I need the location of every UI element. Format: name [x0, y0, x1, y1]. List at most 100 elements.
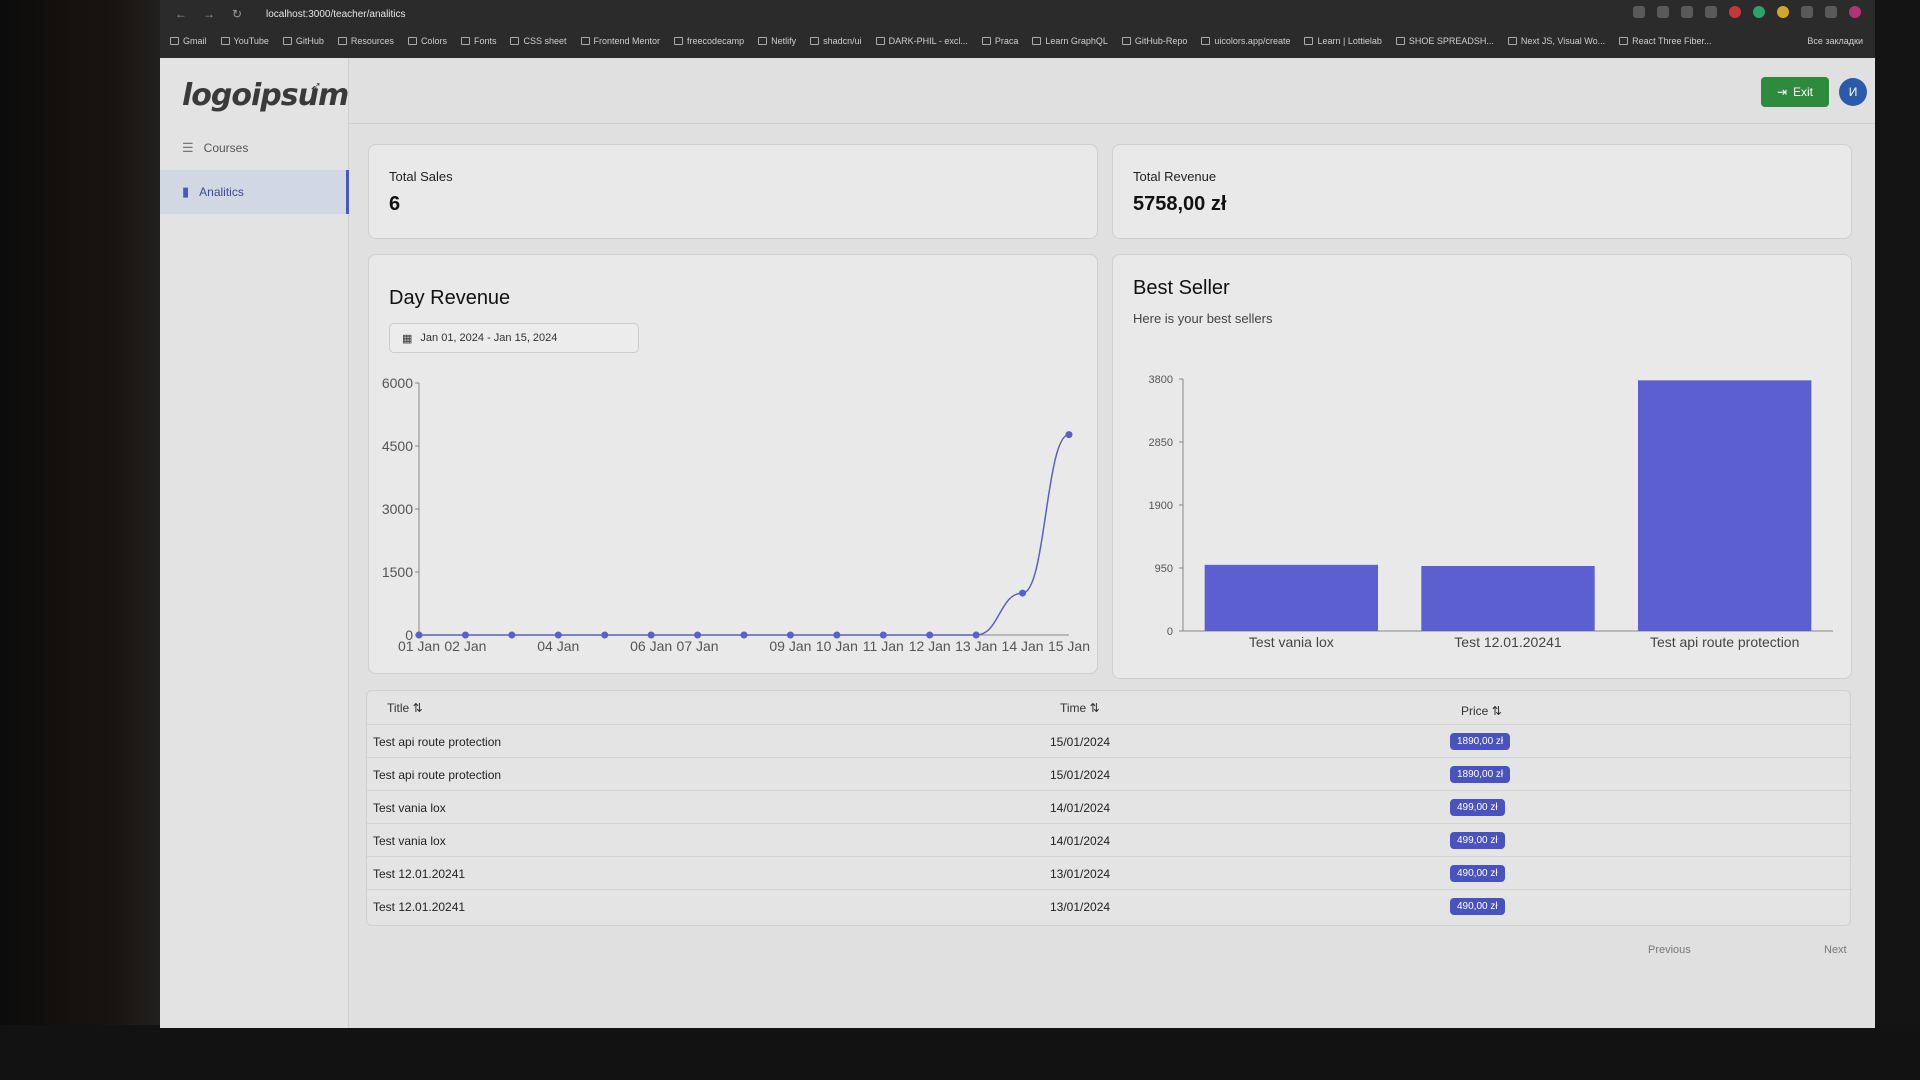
- data-point[interactable]: [740, 631, 748, 639]
- bookmark-item[interactable]: shadcn/ui: [810, 36, 862, 46]
- sidebar-item-analitics[interactable]: ▮ Analitics: [160, 170, 349, 214]
- extension-green-icon[interactable]: [1753, 6, 1765, 18]
- data-point[interactable]: [647, 631, 655, 639]
- bookmark-icon: [510, 37, 520, 45]
- category-label: Test vania lox: [1249, 634, 1334, 650]
- bookmark-icon: [810, 37, 820, 45]
- data-point[interactable]: [1019, 589, 1027, 597]
- data-point[interactable]: [926, 631, 934, 639]
- table-row[interactable]: Test api route protection 15/01/2024 1890,…: [367, 724, 1852, 757]
- table-row[interactable]: Test 12.01.20241 13/01/2024 490,00 zł: [367, 889, 1852, 922]
- title-column-header[interactable]: Title ⇅: [387, 701, 423, 715]
- bookmark-item[interactable]: React Three Fiber...: [1619, 36, 1711, 46]
- avatar[interactable]: И: [1839, 78, 1867, 106]
- bar[interactable]: [1421, 566, 1595, 631]
- eye-off-icon[interactable]: [1657, 6, 1669, 18]
- price-badge: 499,00 zł: [1450, 799, 1505, 816]
- bookmark-item[interactable]: Frontend Mentor: [580, 36, 661, 46]
- y-tick-label: 4500: [382, 438, 413, 454]
- browser-chrome: ← → ↻ localhost:3000/teacher/analitics G…: [160, 0, 1875, 58]
- next-button[interactable]: Next: [1824, 944, 1847, 956]
- zoom-icon[interactable]: [1633, 6, 1645, 18]
- bookmark-item[interactable]: CSS sheet: [510, 36, 567, 46]
- table-row[interactable]: Test api route protection 15/01/2024 1890,…: [367, 757, 1852, 790]
- bar[interactable]: [1638, 380, 1812, 631]
- x-tick-label: 09 Jan: [769, 638, 811, 654]
- price-badge: 499,00 zł: [1450, 832, 1505, 849]
- bookmark-item[interactable]: Gmail: [170, 36, 207, 46]
- bookmark-label: Frontend Mentor: [593, 36, 661, 46]
- bookmark-label: GitHub: [295, 36, 324, 46]
- data-point[interactable]: [694, 631, 702, 639]
- extension-red-icon[interactable]: [1729, 6, 1741, 18]
- bookmark-item[interactable]: Colors: [407, 36, 447, 46]
- bookmark-item[interactable]: Learn | Lottielab: [1304, 36, 1382, 46]
- card-icon[interactable]: [1681, 6, 1693, 18]
- previous-button[interactable]: Previous: [1648, 944, 1691, 956]
- table-row[interactable]: Test vania lox 14/01/2024 499,00 zł: [367, 823, 1852, 856]
- bookmark-icon: [580, 37, 590, 45]
- exit-button[interactable]: ⇥ Exit: [1761, 77, 1829, 107]
- profile-icon[interactable]: [1849, 6, 1861, 18]
- data-point[interactable]: [601, 631, 609, 639]
- revenue-line: [419, 433, 1070, 636]
- bookmark-icon: [220, 37, 230, 45]
- forward-icon[interactable]: →: [202, 7, 216, 21]
- price-badge: 490,00 zł: [1450, 898, 1505, 915]
- address-bar[interactable]: localhost:3000/teacher/analitics: [266, 9, 406, 20]
- bookmark-item[interactable]: DARK-PHIL - excl...: [875, 36, 968, 46]
- bookmark-item[interactable]: Next JS, Visual Wo...: [1507, 36, 1606, 46]
- bookmark-item[interactable]: freecodecamp: [674, 36, 744, 46]
- data-point[interactable]: [972, 631, 980, 639]
- logo[interactable]: logoipsum: [182, 78, 349, 113]
- star-icon[interactable]: [1705, 6, 1717, 18]
- data-point[interactable]: [554, 631, 562, 639]
- bookmark-item[interactable]: SHOE SPREADSH...: [1395, 36, 1494, 46]
- data-point[interactable]: [1065, 431, 1073, 439]
- bookmark-icon: [1121, 37, 1131, 45]
- bookmark-item[interactable]: Praca: [981, 36, 1018, 46]
- row-title: Test 12.01.20241: [373, 900, 466, 914]
- bookmark-item[interactable]: GitHub: [282, 36, 324, 46]
- bookmark-label: Next JS, Visual Wo...: [1520, 36, 1606, 46]
- bookmark-item[interactable]: Learn GraphQL: [1032, 36, 1108, 46]
- bookmark-item[interactable]: Fonts: [460, 36, 496, 46]
- bookmark-label: freecodecamp: [687, 36, 745, 46]
- bookmark-icon: [875, 37, 885, 45]
- table-row[interactable]: Test 12.01.20241 13/01/2024 490,00 zł: [367, 856, 1852, 889]
- table-row[interactable]: Test vania lox 14/01/2024 499,00 zł: [367, 790, 1852, 823]
- sidebar-item-courses[interactable]: ☰ Courses: [160, 126, 349, 170]
- data-point[interactable]: [786, 631, 794, 639]
- bar-chart-icon: ▮: [182, 184, 190, 199]
- bookmark-item[interactable]: YouTube: [220, 36, 269, 46]
- bookmark-item[interactable]: Netlify: [758, 36, 796, 46]
- extension-icons: [1633, 6, 1861, 18]
- sort-icon: ⇅: [1089, 701, 1100, 715]
- bar[interactable]: [1204, 564, 1378, 631]
- price-column-header[interactable]: Price ⇅: [1461, 704, 1502, 718]
- sidebar-icon[interactable]: [1825, 6, 1837, 18]
- data-point[interactable]: [461, 631, 469, 639]
- all-bookmarks[interactable]: Все закладки: [1807, 36, 1863, 46]
- bookmark-item[interactable]: GitHub-Repo: [1121, 36, 1187, 46]
- data-point[interactable]: [833, 631, 841, 639]
- puzzle-icon[interactable]: [1801, 6, 1813, 18]
- row-title: Test 12.01.20241: [373, 867, 466, 881]
- back-icon[interactable]: ←: [174, 7, 188, 21]
- date-range-picker[interactable]: ▦ Jan 01, 2024 - Jan 15, 2024: [389, 323, 639, 353]
- row-time: 13/01/2024: [1050, 900, 1111, 914]
- data-point[interactable]: [415, 631, 423, 639]
- y-tick-label: 0: [1167, 626, 1173, 638]
- time-column-header[interactable]: Time ⇅: [1060, 701, 1100, 715]
- bookmark-item[interactable]: Resources: [337, 36, 394, 46]
- total-revenue-label: Total Revenue: [1133, 169, 1217, 184]
- extension-yellow-icon[interactable]: [1777, 6, 1789, 18]
- data-point[interactable]: [508, 631, 516, 639]
- bookmark-label: Learn GraphQL: [1045, 36, 1108, 46]
- bookmark-icon: [758, 37, 768, 45]
- reload-icon[interactable]: ↻: [230, 7, 244, 21]
- bookmark-item[interactable]: uicolors.app/create: [1201, 36, 1290, 46]
- data-point[interactable]: [879, 631, 887, 639]
- best-seller-subtitle: Here is your best sellers: [1133, 311, 1273, 326]
- x-tick-label: 14 Jan: [1002, 638, 1044, 654]
